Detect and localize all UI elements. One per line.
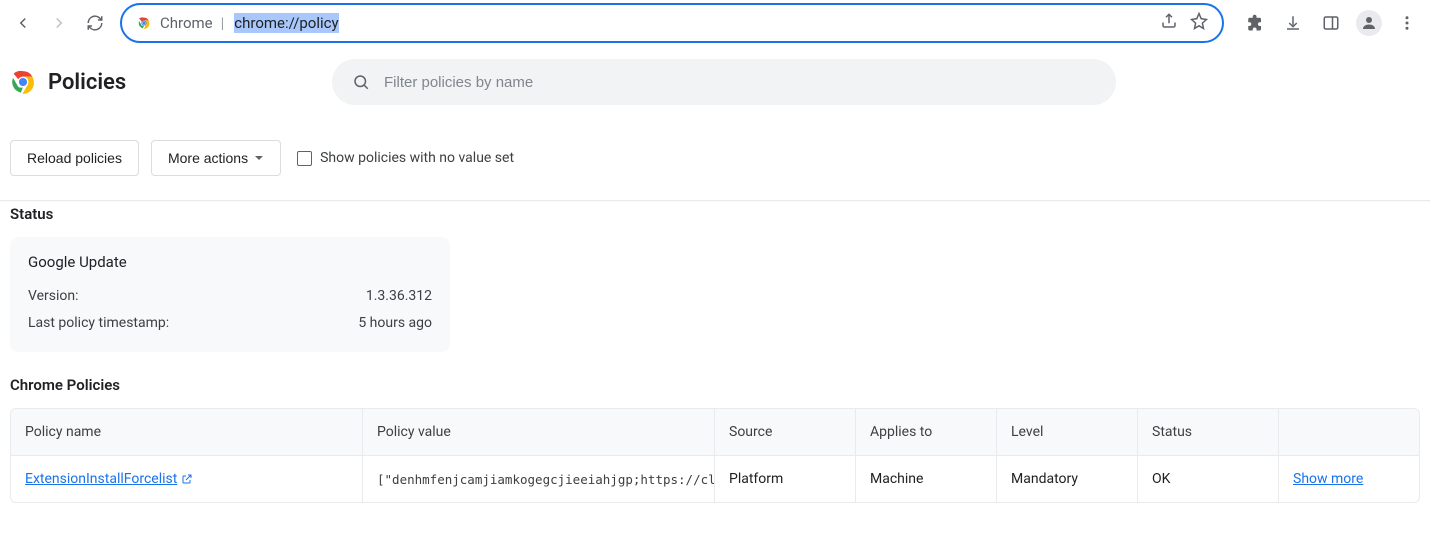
show-more-link[interactable]: Show more: [1293, 471, 1363, 487]
col-level: Level: [997, 409, 1138, 455]
col-more: [1279, 409, 1419, 455]
policy-applies-cell: Machine: [856, 455, 997, 502]
checkbox-icon: [297, 151, 312, 166]
policy-value-cell: ["denhmfenjcamjiamkogegcjieeiahjgp;https…: [363, 455, 715, 502]
status-card-title: Google Update: [28, 253, 432, 271]
status-card: Google Update Version: 1.3.36.312 Last p…: [10, 237, 450, 352]
site-info-chip[interactable]: Chrome |: [136, 14, 224, 32]
url-text: chrome://policy: [234, 14, 338, 32]
policy-name-cell: ExtensionInstallForcelist: [11, 455, 363, 502]
col-value: Policy value: [363, 409, 715, 455]
show-no-value-checkbox[interactable]: Show policies with no value set: [297, 150, 514, 166]
reload-browser-button[interactable]: [78, 6, 112, 40]
status-row: Version: 1.3.36.312: [28, 283, 432, 310]
status-key: Last policy timestamp:: [28, 310, 169, 337]
site-label: Chrome: [160, 14, 213, 32]
reload-policies-button[interactable]: Reload policies: [10, 140, 139, 176]
policy-search[interactable]: [332, 59, 1116, 105]
policy-more-cell: Show more: [1279, 455, 1419, 502]
status-heading: Status: [10, 205, 1420, 223]
page-title: Policies: [48, 70, 126, 95]
share-icon[interactable]: [1160, 12, 1178, 34]
omnibox-divider: |: [221, 14, 225, 32]
chevron-down-icon: [254, 153, 264, 163]
policy-name-text: ExtensionInstallForcelist: [25, 471, 177, 487]
table-row: ExtensionInstallForcelist ["denhmfenjcam…: [11, 455, 1419, 502]
more-actions-dropdown[interactable]: More actions: [151, 140, 281, 176]
policy-name-link[interactable]: ExtensionInstallForcelist: [25, 471, 193, 487]
browser-toolbar: Chrome | chrome://policy: [0, 0, 1430, 46]
more-actions-label: More actions: [168, 150, 248, 166]
chrome-icon: [10, 69, 36, 95]
bookmark-star-icon[interactable]: [1190, 12, 1208, 34]
downloads-icon[interactable]: [1276, 6, 1310, 40]
status-key: Version:: [28, 283, 79, 310]
back-button[interactable]: [6, 6, 40, 40]
status-value: 5 hours ago: [358, 310, 432, 337]
status-value: 1.3.36.312: [366, 283, 432, 310]
show-no-value-label: Show policies with no value set: [320, 150, 514, 166]
side-panel-icon[interactable]: [1314, 6, 1348, 40]
status-row: Last policy timestamp: 5 hours ago: [28, 310, 432, 337]
search-icon: [352, 73, 370, 91]
policy-level-cell: Mandatory: [997, 455, 1138, 502]
controls-row: Reload policies More actions Show polici…: [0, 118, 1430, 200]
page-header: Policies: [0, 46, 1430, 118]
external-link-icon: [181, 473, 193, 485]
extensions-icon[interactable]: [1238, 6, 1272, 40]
search-input[interactable]: [384, 74, 1096, 91]
page-content: Status Google Update Version: 1.3.36.312…: [0, 201, 1430, 513]
col-name: Policy name: [11, 409, 363, 455]
policy-status-cell: OK: [1138, 455, 1279, 502]
kebab-menu-icon[interactable]: [1390, 6, 1424, 40]
col-source: Source: [715, 409, 856, 455]
chrome-icon: [136, 15, 152, 31]
policies-table: Policy name Policy value Source Applies …: [10, 408, 1420, 503]
address-bar[interactable]: Chrome | chrome://policy: [120, 3, 1224, 43]
forward-button[interactable]: [42, 6, 76, 40]
policy-source-cell: Platform: [715, 455, 856, 502]
table-header-row: Policy name Policy value Source Applies …: [11, 409, 1419, 455]
toolbar-right: [1232, 6, 1424, 40]
col-status: Status: [1138, 409, 1279, 455]
chrome-policies-heading: Chrome Policies: [10, 376, 1420, 394]
profile-avatar[interactable]: [1352, 6, 1386, 40]
col-applies: Applies to: [856, 409, 997, 455]
